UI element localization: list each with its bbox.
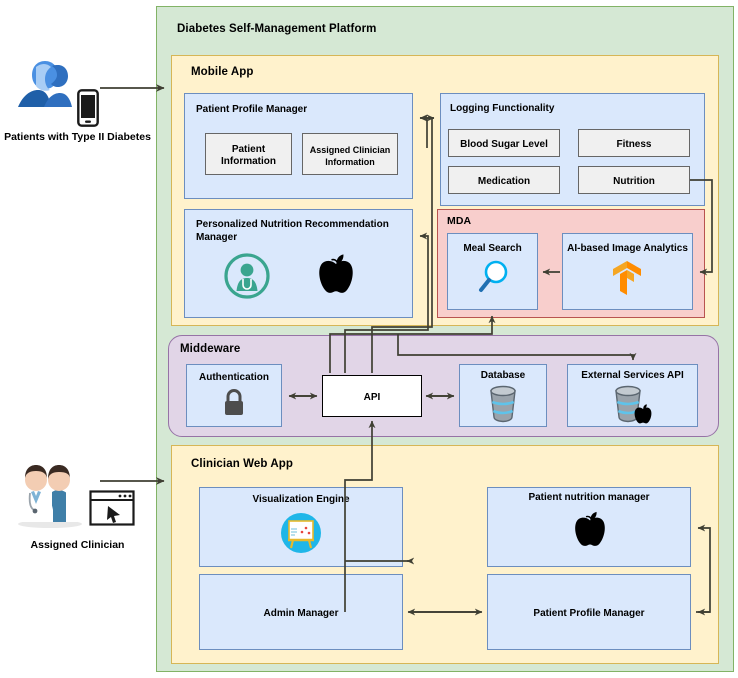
clinician-badge-icon — [224, 253, 270, 299]
blood-sugar-level-box[interactable]: Blood Sugar Level — [448, 129, 560, 157]
mobile-app-title: Mobile App — [191, 66, 254, 78]
architecture-diagram: Diabetes Self-Management Platform Mobile… — [0, 0, 738, 678]
middleware-title: Middeware — [180, 343, 241, 355]
patient-profile-manager-web-label: Patient Profile Manager — [533, 608, 645, 619]
admin-manager-box[interactable]: Admin Manager — [199, 574, 403, 650]
visualization-engine-label: Visualization Engine — [252, 494, 350, 505]
people-group-icon — [18, 61, 72, 107]
assigned-clinician-information-box[interactable]: Assigned Clinician Information — [302, 133, 398, 175]
logging-functionality-title: Logging Functionality — [450, 103, 555, 114]
patient-nutrition-manager-label: Patient nutrition manager — [528, 492, 650, 503]
patient-profile-manager-web-box[interactable]: Patient Profile Manager — [487, 574, 691, 650]
authentication-label: Authentication — [199, 372, 269, 383]
mda-title: MDA — [447, 215, 472, 227]
patient-profile-manager-title: Patient Profile Manager — [196, 104, 308, 115]
fitness-label: Fitness — [616, 139, 652, 150]
personalized-nutrition-title: Personalized Nutrition Recommendation Ma… — [196, 219, 389, 243]
padlock-icon — [225, 389, 243, 415]
nutrition-box[interactable]: Nutrition — [578, 166, 690, 194]
api-label: API — [363, 392, 381, 403]
admin-manager-label: Admin Manager — [263, 608, 339, 619]
platform-title: Diabetes Self-Management Platform — [177, 23, 377, 35]
tensorflow-icon — [613, 261, 641, 295]
external-services-api-label: External Services API — [581, 370, 684, 381]
nutrition-label: Nutrition — [613, 176, 655, 187]
magnifier-icon — [479, 260, 508, 292]
fitness-box[interactable]: Fitness — [578, 129, 690, 157]
database-apple-icon — [615, 385, 652, 424]
apple-icon — [575, 511, 605, 546]
api-box[interactable]: API — [322, 375, 422, 417]
smartphone-icon — [77, 89, 99, 127]
clinician-actor-label: Assigned Clinician — [30, 539, 125, 551]
patient-information-label: Patient Information — [221, 144, 276, 167]
clinicians-icon — [18, 465, 82, 528]
chart-easel-icon — [281, 513, 321, 553]
apple-icon — [319, 254, 353, 293]
assigned-clinician-information-label: Assigned Clinician Information — [309, 145, 391, 167]
medication-box[interactable]: Medication — [448, 166, 560, 194]
browser-window-cursor-icon — [89, 490, 135, 526]
ai-based-image-analytics-label: AI-based Image Analytics — [567, 243, 688, 254]
patient-information-box[interactable]: Patient Information — [205, 133, 292, 175]
medication-label: Medication — [477, 176, 531, 187]
database-icon — [490, 385, 516, 423]
database-label: Database — [480, 370, 526, 381]
patients-actor-label: Patients with Type II Diabetes — [4, 131, 151, 143]
meal-search-label: Meal Search — [463, 243, 522, 254]
clinician-web-app-title: Clinician Web App — [191, 458, 294, 470]
blood-sugar-level-label: Blood Sugar Level — [460, 139, 548, 150]
